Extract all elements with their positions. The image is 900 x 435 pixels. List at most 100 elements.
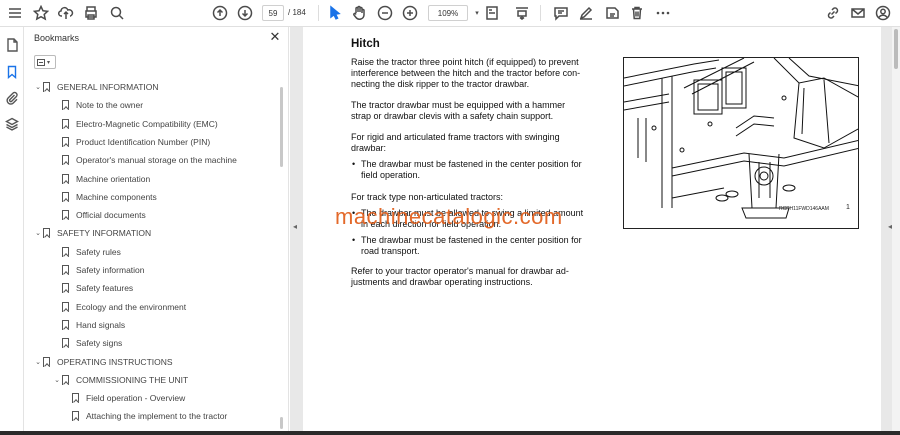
collapse-left-icon[interactable]: ◂ <box>293 222 297 231</box>
chevron-down-icon[interactable]: ⌄ <box>33 229 43 237</box>
chevron-down-icon[interactable]: ⌄ <box>52 376 62 384</box>
bookmark-item[interactable]: Official documents <box>62 207 146 223</box>
bookmark-label: Ecology and the environment <box>76 301 187 312</box>
close-icon[interactable]: ✕ <box>269 30 281 43</box>
bookmark-icon <box>43 356 50 367</box>
account-icon[interactable] <box>874 3 892 23</box>
bookmark-item[interactable]: Ecology and the environment <box>62 299 186 315</box>
bookmark-options-button[interactable]: ▾ <box>34 55 56 69</box>
chevron-down-icon[interactable]: ⌄ <box>33 358 43 366</box>
bookmark-item[interactable]: ⌄ COMMISSIONING THE UNIT <box>52 372 188 388</box>
zoom-in-icon[interactable] <box>401 3 419 23</box>
page-down-icon[interactable] <box>235 3 255 23</box>
bookmark-icon <box>43 82 50 92</box>
zoom-search-icon[interactable] <box>108 3 126 23</box>
bookmark-label: Product Identification Number (PIN) <box>76 136 211 147</box>
bookmark-item[interactable]: Safety signs <box>62 335 122 351</box>
bookmark-item[interactable]: Operator's manual storage on the machine <box>62 152 237 168</box>
share-link-icon[interactable] <box>824 3 842 23</box>
bookmark-icon <box>72 393 79 404</box>
email-icon[interactable] <box>849 3 867 23</box>
bookmark-item[interactable]: Field operation - Overview <box>72 390 185 406</box>
bookmark-icon <box>62 301 69 312</box>
paragraph-track-tractors: For track type non-articulated tractors: <box>351 192 504 202</box>
bullet-item: • The drawbar must be fastened in the ce… <box>352 235 582 256</box>
chevron-down-icon[interactable]: ⌄ <box>33 83 43 91</box>
bookmark-icon <box>62 191 69 202</box>
bookmark-icon <box>72 411 79 422</box>
hitch-drawing <box>624 58 858 219</box>
bookmark-section[interactable]: ⌄ OPERATING INSTRUCTIONS <box>33 354 173 370</box>
hand-icon[interactable] <box>350 3 368 23</box>
bookmark-icon <box>62 100 69 111</box>
bookmark-label: Safety features <box>76 283 134 294</box>
bookmark-label: Safety information <box>76 265 145 275</box>
page-up-icon[interactable] <box>210 3 230 23</box>
side-rail <box>0 27 24 435</box>
bookmark-item[interactable]: Electro-Magnetic Compatibility (EMC) <box>62 116 218 132</box>
bookmark-item[interactable]: Safety rules <box>62 244 121 260</box>
fit-page-icon[interactable] <box>482 3 502 23</box>
bookmark-item[interactable]: Safety information <box>62 262 145 278</box>
more-icon[interactable] <box>654 3 672 23</box>
bookmark-icon <box>62 246 69 257</box>
section-heading: Hitch <box>351 38 380 50</box>
bookmark-section[interactable]: ⌄ SAFETY INFORMATION <box>33 225 151 241</box>
document-viewer: ◂ Hitch Raise the tractor three point hi… <box>290 27 900 435</box>
document-scrollbar[interactable] <box>892 27 900 435</box>
delete-icon[interactable] <box>628 3 646 23</box>
bookmark-label: SAFETY INFORMATION <box>57 228 152 239</box>
bookmark-icon <box>62 155 69 166</box>
paragraph-drawbar-equipment: The tractor drawbar must be equipped wit… <box>351 100 566 121</box>
bookmark-icon <box>62 338 69 349</box>
zoom-out-icon[interactable] <box>376 3 394 23</box>
print-icon[interactable] <box>82 3 100 23</box>
document-page: Hitch Raise the tractor three point hitc… <box>303 27 881 435</box>
bookmark-item[interactable]: Product Identification Number (PIN) <box>62 134 210 150</box>
bookmark-label: Machine orientation <box>76 173 151 184</box>
bookmark-item[interactable]: Machine orientation <box>62 171 150 187</box>
bookmark-icon <box>62 118 69 129</box>
zoom-level-input[interactable]: 109% <box>428 5 468 21</box>
bookmarks-scrollbar-end[interactable] <box>280 417 283 429</box>
bookmark-label: Field operation - Overview <box>86 393 186 404</box>
star-icon[interactable] <box>32 3 50 23</box>
upload-icon[interactable] <box>57 3 75 23</box>
page-number-input[interactable]: 59 <box>262 5 284 21</box>
attachment-icon[interactable] <box>4 90 20 106</box>
bookmark-label: Official documents <box>76 210 146 221</box>
bookmark-label: COMMISSIONING THE UNIT <box>76 374 189 385</box>
bookmark-icon <box>62 173 69 184</box>
comment-icon[interactable] <box>552 3 570 23</box>
bookmark-item[interactable]: Safety features <box>62 280 133 296</box>
bookmark-icon[interactable] <box>4 64 20 80</box>
page-thumbnails-icon[interactable] <box>4 37 20 53</box>
bookmark-item[interactable]: Hand signals <box>62 317 125 333</box>
bookmark-icon <box>62 374 69 385</box>
watermark-text: machinecatalogic.com <box>335 204 563 229</box>
bookmark-label: Machine components <box>76 191 157 202</box>
menu-icon[interactable] <box>6 3 24 23</box>
draw-icon[interactable] <box>577 3 595 23</box>
select-cursor-icon[interactable] <box>326 3 344 23</box>
bookmark-item[interactable]: Note to the owner <box>62 97 143 113</box>
bookmark-section[interactable]: ⌄ GENERAL INFORMATION <box>33 79 159 95</box>
bookmark-label: GENERAL INFORMATION <box>57 82 159 92</box>
scroll-mode-icon[interactable] <box>513 3 531 23</box>
list-options-icon <box>37 58 45 66</box>
page-total: / 184 <box>288 8 306 17</box>
bookmark-icon <box>62 319 69 330</box>
bookmark-label: Attaching the implement to the tractor <box>86 411 228 422</box>
scrollbar-thumb[interactable] <box>894 29 898 69</box>
highlight-icon[interactable] <box>603 3 621 23</box>
layers-icon[interactable] <box>4 116 20 132</box>
bookmarks-scrollbar-thumb[interactable] <box>280 87 283 167</box>
bookmark-icon <box>62 136 69 147</box>
chevron-down-icon[interactable]: ▾ <box>472 3 482 23</box>
bookmark-label: Hand signals <box>76 319 126 330</box>
bookmark-item[interactable]: Machine components <box>62 189 157 205</box>
bookmark-icon <box>62 283 69 294</box>
bookmark-label: Safety rules <box>76 246 121 257</box>
bookmark-item[interactable]: Attaching the implement to the tractor <box>72 408 227 424</box>
bullet-item: • The drawbar must be fastened in the ce… <box>352 159 582 180</box>
